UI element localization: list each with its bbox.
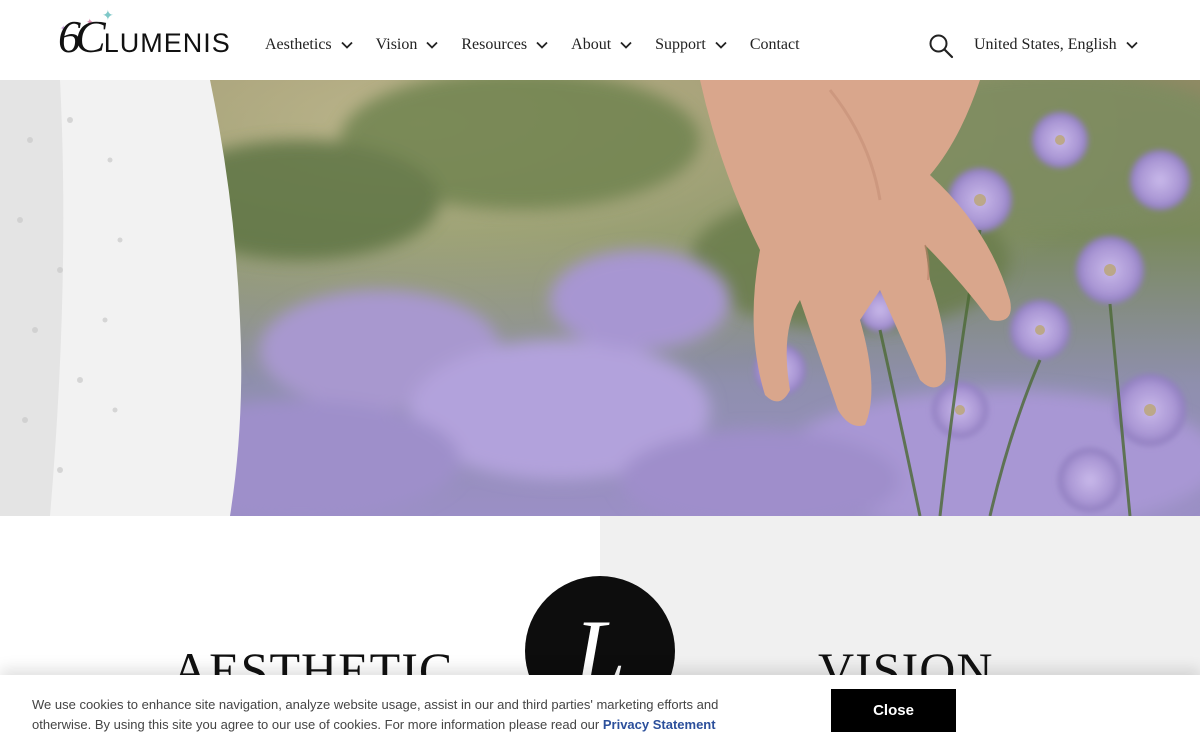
chevron-down-icon <box>620 41 632 49</box>
chevron-down-icon <box>426 41 439 49</box>
site-header: ✦ ✦ ✦ 6C LUMENIS Aesthetics Vision Resou… <box>0 0 1200 80</box>
nav-item-label: Support <box>655 36 706 53</box>
chevron-down-icon <box>1126 41 1138 49</box>
nav-item-label: Resources <box>461 36 528 53</box>
nav-item-aesthetics[interactable]: Aesthetics <box>265 34 354 56</box>
nav-item-resources[interactable]: Resources <box>461 34 549 56</box>
lumenis-logo[interactable]: ✦ ✦ ✦ 6C LUMENIS <box>58 8 244 60</box>
sparkle-icon: ✦ <box>102 8 114 24</box>
nav-item-about[interactable]: About <box>571 34 633 56</box>
locale-selector[interactable]: United States, English <box>974 34 1139 56</box>
hero-image <box>0 80 1200 516</box>
main-nav: Aesthetics Vision Resources About Suppor… <box>265 34 822 56</box>
chevron-down-icon <box>715 41 727 49</box>
locale-label: United States, English <box>974 36 1117 53</box>
hero-illustration <box>0 80 1200 516</box>
nav-item-label: Aesthetics <box>265 36 332 53</box>
cookie-banner: We use cookies to enhance site navigatio… <box>0 675 1200 750</box>
nav-item-support[interactable]: Support <box>655 34 728 56</box>
search-icon[interactable] <box>928 33 954 59</box>
nav-item-label: Contact <box>749 36 800 53</box>
nav-item-vision[interactable]: Vision <box>376 34 440 56</box>
chevron-down-icon <box>536 41 548 49</box>
privacy-statement-link[interactable]: Privacy Statement <box>603 717 716 732</box>
logo-mark: 6C <box>58 11 106 62</box>
logo-text: LUMENIS <box>103 28 231 58</box>
nav-item-contact[interactable]: Contact <box>750 34 800 56</box>
close-button[interactable]: Close <box>831 689 956 732</box>
nav-item-label: Vision <box>375 36 418 53</box>
cookie-message: We use cookies to enhance site navigatio… <box>32 695 752 735</box>
nav-item-label: About <box>571 36 612 53</box>
chevron-down-icon <box>341 41 353 49</box>
